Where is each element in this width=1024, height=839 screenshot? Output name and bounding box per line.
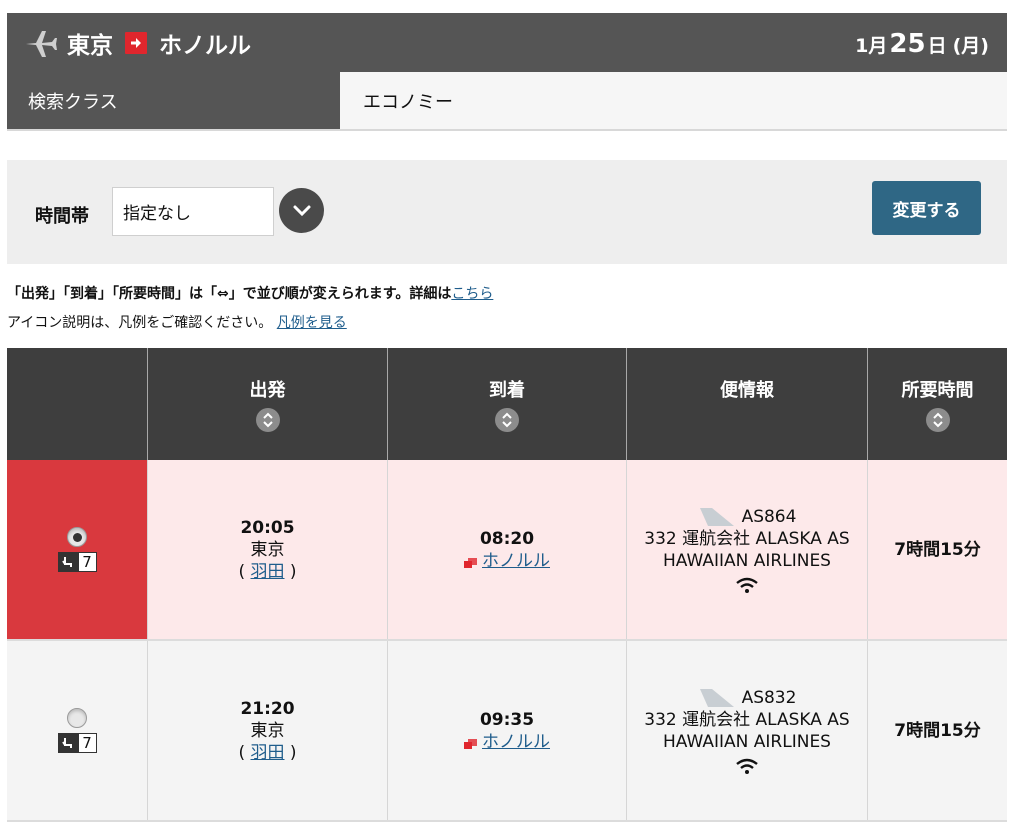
arrival-city-link[interactable]: ホノルル bbox=[482, 731, 550, 753]
flight-results-table: 出発 到着 便情報 所要時間 7 20:05 東京 ( 羽田 ) 08:20 ホ… bbox=[7, 348, 1007, 822]
seat-icon bbox=[57, 552, 78, 572]
seat-count: 7 bbox=[77, 733, 97, 753]
origin-city: 東京 bbox=[67, 32, 113, 59]
date-month-unit: 月 bbox=[868, 35, 888, 57]
header-arrival[interactable]: 到着 bbox=[387, 348, 626, 460]
legend-note: アイコン説明は、凡例をご確認ください。 凡例を見る bbox=[7, 312, 347, 332]
table-row[interactable]: 7 21:20 東京 ( 羽田 ) 09:35 ホノルル AS832 332 運… bbox=[7, 641, 1007, 822]
sort-note: 「出発」「到着」「所要時間」は「⇔」で並び順が変えられます。詳細はこちら bbox=[7, 283, 493, 303]
sort-icon[interactable] bbox=[255, 408, 280, 432]
date-month: 1 bbox=[855, 35, 869, 57]
legend-link[interactable]: 凡例を見る bbox=[277, 315, 347, 331]
destination-city: ホノルル bbox=[159, 32, 251, 59]
arrow-right-icon bbox=[125, 31, 147, 54]
radio-selected[interactable] bbox=[67, 527, 87, 547]
wifi-icon bbox=[735, 576, 759, 594]
departure-city: 東京 bbox=[250, 720, 285, 741]
header-flight-info-label: 便情報 bbox=[720, 380, 774, 401]
search-class-label: 検索クラス bbox=[7, 72, 340, 129]
sort-icon[interactable] bbox=[495, 408, 519, 432]
select-cell[interactable]: 7 bbox=[7, 641, 147, 820]
time-slot-select[interactable]: 指定なし bbox=[112, 187, 274, 236]
flight-duration: 7時間15分 bbox=[894, 720, 981, 741]
header-select bbox=[7, 348, 147, 460]
duration-cell: 7時間15分 bbox=[867, 460, 1007, 639]
select-cell[interactable]: 7 bbox=[7, 460, 147, 639]
arrival-cell: 09:35 ホノルル bbox=[387, 641, 626, 820]
duration-cell: 7時間15分 bbox=[867, 641, 1007, 820]
table-row[interactable]: 7 20:05 東京 ( 羽田 ) 08:20 ホノルル AS864 332 運… bbox=[7, 460, 1007, 641]
arrival-flag-icon bbox=[464, 554, 477, 568]
arrival-cell: 08:20 ホノルル bbox=[387, 460, 626, 639]
airplane-icon bbox=[21, 23, 59, 63]
date-dow: (月) bbox=[952, 35, 989, 57]
header-duration-label: 所要時間 bbox=[901, 380, 974, 401]
airline-tail-icon bbox=[698, 506, 736, 528]
flight-airline: HAWAIIAN AIRLINES bbox=[663, 731, 831, 752]
route-header: 東京 ホノルル 1月 25 日 (月) bbox=[7, 13, 1007, 72]
search-class-row: 検索クラス エコノミー bbox=[7, 72, 1007, 131]
radio-unselected[interactable] bbox=[67, 708, 87, 728]
arrival-time: 08:20 bbox=[479, 528, 535, 549]
change-button[interactable]: 変更する bbox=[872, 181, 981, 235]
header-departure-label: 出発 bbox=[249, 380, 286, 401]
search-class-value: エコノミー bbox=[340, 72, 1007, 129]
airline-tail-icon bbox=[698, 687, 736, 709]
departure-time: 20:05 bbox=[240, 517, 295, 538]
sort-note-text: 「出発」「到着」「所要時間」は「⇔」で並び順が変えられます。詳細は bbox=[7, 286, 452, 302]
seat-count: 7 bbox=[77, 552, 97, 572]
flight-number: AS864 bbox=[741, 506, 797, 527]
flight-date: 1月 25 日 (月) bbox=[855, 13, 989, 72]
departure-cell: 21:20 東京 ( 羽田 ) bbox=[147, 641, 387, 820]
chevron-down-icon[interactable] bbox=[279, 188, 324, 233]
flight-operator: 332 運航会社 ALASKA AS bbox=[644, 528, 850, 549]
arrival-flag-icon bbox=[464, 735, 477, 749]
header-departure[interactable]: 出発 bbox=[147, 348, 387, 460]
departure-time: 21:20 bbox=[240, 698, 295, 719]
header-arrival-label: 到着 bbox=[489, 380, 525, 401]
flight-operator: 332 運航会社 ALASKA AS bbox=[644, 709, 850, 730]
details-link[interactable]: こちら bbox=[451, 286, 493, 302]
arrival-time: 09:35 bbox=[479, 709, 535, 730]
wifi-icon bbox=[735, 757, 759, 775]
flight-info-cell: AS832 332 運航会社 ALASKA AS HAWAIIAN AIRLIN… bbox=[626, 641, 867, 820]
flight-duration: 7時間15分 bbox=[894, 539, 981, 560]
sort-icon[interactable] bbox=[925, 408, 950, 432]
date-day: 25 bbox=[889, 29, 926, 59]
departure-city: 東京 bbox=[250, 539, 285, 560]
table-header: 出発 到着 便情報 所要時間 bbox=[7, 348, 1007, 460]
flight-number: AS832 bbox=[741, 687, 797, 708]
date-day-unit: 日 bbox=[927, 35, 947, 57]
header-flight-info: 便情報 bbox=[626, 348, 867, 460]
seat-icon bbox=[57, 733, 78, 753]
flight-info-cell: AS864 332 運航会社 ALASKA AS HAWAIIAN AIRLIN… bbox=[626, 460, 867, 639]
filter-panel: 時間帯 指定なし 変更する bbox=[7, 160, 1007, 264]
time-slot-label: 時間帯 bbox=[35, 206, 89, 227]
legend-note-text: アイコン説明は、凡例をご確認ください。 bbox=[7, 315, 273, 331]
departure-airport-link[interactable]: 羽田 bbox=[251, 562, 285, 582]
flight-airline: HAWAIIAN AIRLINES bbox=[663, 550, 831, 571]
departure-airport-link[interactable]: 羽田 bbox=[251, 743, 285, 763]
header-duration[interactable]: 所要時間 bbox=[867, 348, 1007, 460]
departure-cell: 20:05 東京 ( 羽田 ) bbox=[147, 460, 387, 639]
arrival-city-link[interactable]: ホノルル bbox=[482, 550, 550, 572]
